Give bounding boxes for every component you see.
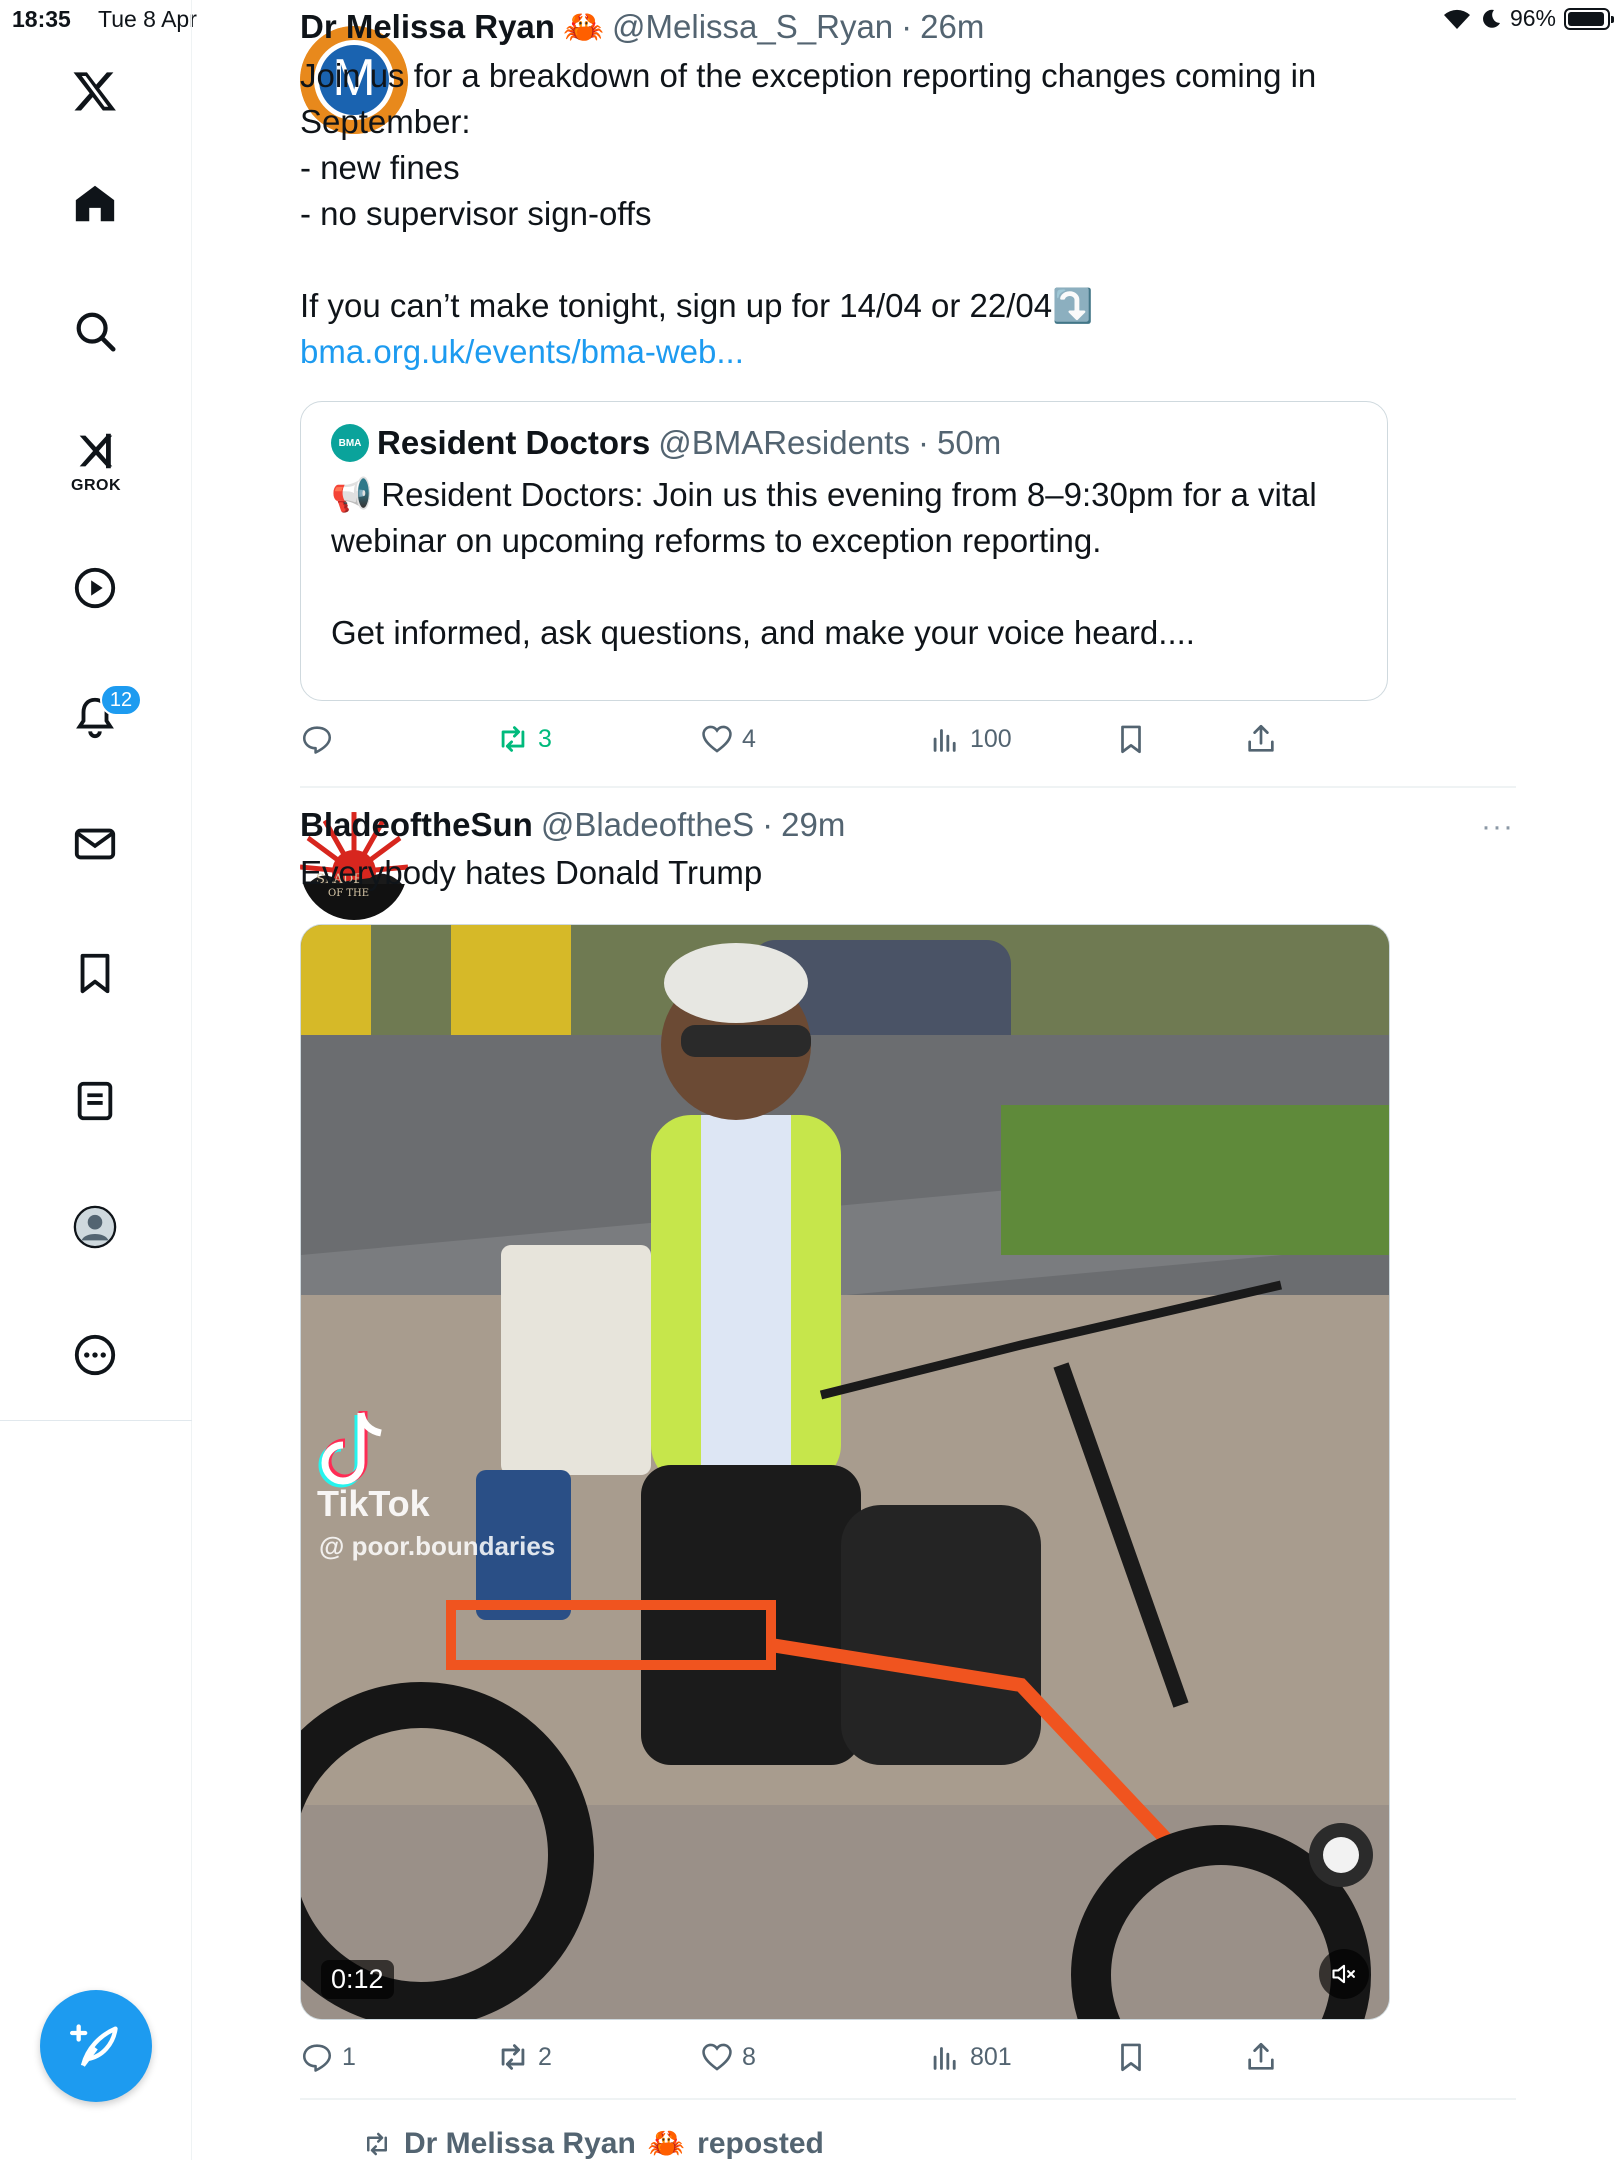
tiktok-watermark: TikTok (317, 1483, 430, 1524)
repost-button[interactable]: 3 (496, 722, 552, 756)
like-button[interactable]: 4 (700, 722, 756, 756)
repost-icon (501, 726, 525, 752)
share-button[interactable] (1244, 2040, 1278, 2074)
views-count: 100 (970, 724, 1012, 753)
more-options-icon[interactable]: ··· (1481, 810, 1514, 844)
tweet[interactable]: BladeoftheSun @BladeoftheS · 29m ··· Eve… (300, 806, 1514, 2106)
author-name[interactable]: BladeoftheSun (300, 806, 533, 844)
crab-emoji: 🦀 (647, 2127, 686, 2160)
tweet-time[interactable]: 26m (920, 8, 984, 46)
quote-text: 📢 Resident Doctors: Join us this evening… (331, 472, 1357, 656)
reply-button[interactable]: 1 (300, 2040, 356, 2074)
tweet-actions: 1 2 8 801 (300, 2040, 1400, 2086)
like-button[interactable]: 8 (700, 2040, 756, 2074)
tweet-divider (300, 786, 1516, 788)
tiktok-username: @ poor.boundaries (319, 1531, 556, 1561)
video-frame (301, 925, 1389, 2019)
tweet-line: September: (300, 103, 471, 140)
separator-dot: · (762, 806, 774, 843)
quote-line: webinar on upcoming reforms to exception… (331, 522, 1102, 559)
quote-author-name: Resident Doctors (377, 424, 651, 461)
video-duration: 0:12 (321, 1960, 394, 1999)
separator-dot: · (917, 424, 929, 461)
play-icon[interactable] (66, 559, 124, 617)
views-count: 801 (970, 2042, 1012, 2071)
reposted-label: reposted (697, 2126, 824, 2160)
compose-button[interactable] (40, 1990, 152, 2102)
like-count: 8 (742, 2042, 756, 2071)
tweet-text: Join us for a breakdown of the exception… (300, 53, 1514, 375)
notification-badge: 12 (100, 684, 142, 716)
repost-count: 2 (538, 2042, 552, 2071)
reply-button[interactable] (300, 722, 342, 756)
tweet-divider (300, 2098, 1516, 2100)
sidebar-divider (0, 1420, 192, 1421)
tweet-link[interactable]: bma.org.uk/events/bma-web... (300, 329, 1514, 375)
sidebar: GROK 12 (0, 0, 192, 2160)
separator-dot: · (901, 8, 913, 45)
grok-icon[interactable] (66, 422, 124, 480)
quote-author-handle: @BMAResidents (658, 424, 910, 461)
tweet-time[interactable]: 29m (781, 806, 845, 844)
author-name[interactable]: Dr Melissa Ryan (300, 8, 555, 46)
bookmark-icon (1121, 2043, 1141, 2072)
mute-button[interactable] (1319, 1949, 1369, 1999)
bookmark-button[interactable] (1114, 722, 1148, 756)
x-logo-icon[interactable] (66, 62, 124, 120)
bookmark-icon[interactable] (66, 944, 124, 1002)
share-icon (1248, 724, 1274, 752)
article-icon[interactable] (66, 1072, 124, 1130)
muted-speaker-icon (1332, 1964, 1355, 1984)
views-button[interactable]: 100 (928, 722, 1012, 756)
home-icon[interactable] (66, 175, 124, 233)
timeline: M Dr Melissa Ryan 🦀 @Melissa_S_Ryan · 26… (192, 0, 1620, 2160)
repost-icon (367, 2132, 387, 2155)
repost-indicator[interactable]: Dr Melissa Ryan 🦀 reposted (362, 2126, 824, 2160)
reply-icon (302, 726, 332, 754)
tweet-header: BladeoftheSun @BladeoftheS · 29m (300, 806, 1514, 844)
profile-icon[interactable] (66, 1198, 124, 1256)
like-count: 4 (742, 724, 756, 753)
repost-button[interactable]: 2 (496, 2040, 552, 2074)
tweet-line: If you can’t make tonight, sign up for 1… (300, 287, 1094, 324)
tweet-line: Join us for a breakdown of the exception… (300, 57, 1317, 94)
bookmark-button[interactable] (1114, 2040, 1148, 2074)
author-handle[interactable]: @BladeoftheS (541, 806, 754, 844)
more-circle-icon[interactable] (66, 1326, 124, 1384)
reposter-name[interactable]: Dr Melissa Ryan (404, 2127, 636, 2160)
search-icon[interactable] (66, 302, 124, 360)
video-player[interactable]: TikTok @ poor.boundaries 0:12 (300, 924, 1390, 2020)
reply-icon (302, 2044, 332, 2072)
tweet-line: - no supervisor sign-offs (300, 195, 652, 232)
quote-line: Get informed, ask questions, and make yo… (331, 614, 1195, 651)
author-handle[interactable]: @Melissa_S_Ryan (612, 8, 893, 46)
share-button[interactable] (1244, 722, 1278, 756)
reply-count: 1 (342, 2042, 356, 2071)
quoted-tweet[interactable]: BMA Resident Doctors @BMAResidents · 50m… (300, 401, 1388, 701)
views-icon (933, 2047, 956, 2070)
views-icon (933, 729, 956, 752)
bma-logo: BMA (331, 424, 369, 462)
tweet-text: Everybody hates Donald Trump (300, 854, 763, 891)
tweet-header: Dr Melissa Ryan 🦀 @Melissa_S_Ryan · 26m (300, 8, 1514, 47)
quote-header: BMA Resident Doctors @BMAResidents · 50m (331, 424, 1357, 462)
compose-icon (70, 2024, 118, 2067)
tweet[interactable]: Dr Melissa Ryan 🦀 @Melissa_S_Ryan · 26m … (300, 8, 1514, 788)
quote-line: 📢 Resident Doctors: Join us this evening… (331, 476, 1317, 513)
heart-icon (702, 2043, 732, 2071)
views-button[interactable]: 801 (928, 2040, 1012, 2074)
bookmark-icon (1121, 725, 1141, 754)
heart-icon (702, 725, 732, 753)
repost-count: 3 (538, 724, 552, 753)
grok-label: GROK (71, 477, 121, 494)
crab-emoji: 🦀 (562, 8, 605, 45)
repost-icon (501, 2044, 525, 2070)
tweet-line: - new fines (300, 149, 460, 186)
quote-time: 50m (936, 424, 1002, 461)
share-icon (1248, 2042, 1274, 2070)
quote-line-blank (331, 564, 1357, 610)
mail-icon[interactable] (66, 815, 124, 873)
tweet-actions: 3 4 100 (300, 722, 1400, 768)
